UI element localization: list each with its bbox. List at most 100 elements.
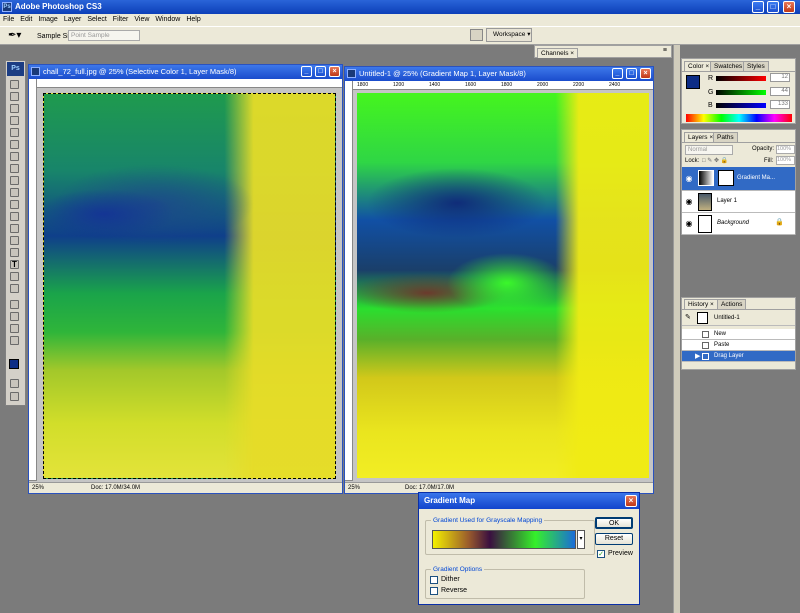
doc-minimize-icon[interactable]: _ bbox=[301, 66, 312, 77]
dodge-tool-icon[interactable] bbox=[10, 236, 19, 245]
opacity-input[interactable]: 100% bbox=[776, 145, 795, 154]
channel-r-input[interactable]: 12 bbox=[770, 73, 790, 82]
blur-tool-icon[interactable] bbox=[10, 224, 19, 233]
fill-input[interactable]: 100% bbox=[776, 156, 795, 165]
reverse-checkbox[interactable] bbox=[430, 587, 438, 595]
menu-file[interactable]: File bbox=[0, 14, 17, 26]
doc-close-icon[interactable]: × bbox=[329, 66, 340, 77]
layer-row-background[interactable]: ◉ Background 🔒 bbox=[682, 213, 795, 235]
canvas-2[interactable] bbox=[357, 93, 649, 478]
eraser-tool-icon[interactable] bbox=[10, 200, 19, 209]
pen-tool-icon[interactable] bbox=[10, 248, 19, 257]
close-icon[interactable]: × bbox=[783, 1, 795, 13]
foreground-color-swatch[interactable] bbox=[9, 359, 19, 369]
document-window-2[interactable]: Untitled-1 @ 25% (Gradient Map 1, Layer … bbox=[344, 66, 654, 494]
dock-divider[interactable] bbox=[673, 45, 680, 613]
slice-tool-icon[interactable] bbox=[10, 140, 19, 149]
document-window-1[interactable]: chall_72_full.jpg @ 25% (Selective Color… bbox=[28, 64, 343, 494]
maximize-icon[interactable]: □ bbox=[767, 1, 779, 13]
dialog-title-bar[interactable]: Gradient Map × bbox=[419, 493, 639, 509]
history-item-new[interactable]: New bbox=[682, 329, 795, 340]
adjustment-layer-thumbnail bbox=[698, 170, 714, 186]
eyedropper-tool-icon[interactable]: ✒▾ bbox=[8, 30, 21, 41]
layer-row-layer-1[interactable]: ◉ Layer 1 bbox=[682, 191, 795, 213]
reset-button[interactable]: Reset bbox=[595, 533, 633, 545]
dialog-close-icon[interactable]: × bbox=[625, 495, 637, 507]
dither-label: Dither bbox=[441, 576, 460, 583]
hand-tool-icon[interactable] bbox=[10, 324, 19, 333]
brush-tool-icon[interactable] bbox=[10, 164, 19, 173]
history-brush-icon[interactable]: ✎ bbox=[685, 313, 691, 321]
lasso-tool-icon[interactable] bbox=[10, 104, 19, 113]
history-brush-tool-icon[interactable] bbox=[10, 188, 19, 197]
palette-well-icon[interactable] bbox=[470, 29, 483, 41]
menu-image[interactable]: Image bbox=[35, 14, 60, 26]
color-panel: Color × Swatches Styles R 12 G 44 B 133 bbox=[681, 58, 796, 124]
doc-minimize-icon[interactable]: _ bbox=[612, 68, 623, 79]
menu-edit[interactable]: Edit bbox=[17, 14, 35, 26]
layer-row-gradient-map[interactable]: ◉ Gradient Ma... bbox=[682, 167, 795, 191]
menu-select[interactable]: Select bbox=[84, 14, 109, 26]
panel-menu-icon[interactable]: ≡ bbox=[663, 47, 667, 54]
tab-actions[interactable]: Actions bbox=[717, 299, 747, 309]
blend-mode-select[interactable]: Normal bbox=[685, 145, 733, 155]
doc-maximize-icon[interactable]: □ bbox=[626, 68, 637, 79]
eye-icon[interactable]: ◉ bbox=[684, 197, 694, 207]
document-1-title-bar[interactable]: chall_72_full.jpg @ 25% (Selective Color… bbox=[29, 65, 342, 79]
channel-b-slider[interactable] bbox=[716, 103, 766, 108]
tab-channels[interactable]: Channels × bbox=[537, 48, 579, 58]
menu-view[interactable]: View bbox=[131, 14, 152, 26]
workspace-button[interactable]: Workspace ▾ bbox=[486, 28, 532, 42]
doc-close-icon[interactable]: × bbox=[640, 68, 651, 79]
type-tool-icon[interactable]: T bbox=[10, 260, 19, 269]
tab-paths[interactable]: Paths bbox=[713, 132, 738, 142]
marquee-tool-icon[interactable] bbox=[10, 92, 19, 101]
history-snapshot[interactable]: ✎ Untitled-1 bbox=[682, 310, 795, 326]
move-tool-icon[interactable] bbox=[10, 80, 19, 89]
canvas-1[interactable] bbox=[43, 93, 336, 479]
history-item-paste[interactable]: Paste bbox=[682, 340, 795, 351]
gradient-dropdown-icon[interactable]: ▾ bbox=[577, 530, 585, 549]
tab-color[interactable]: Color × bbox=[684, 61, 714, 71]
document-2-title-bar[interactable]: Untitled-1 @ 25% (Gradient Map 1, Layer … bbox=[345, 67, 653, 81]
crop-tool-icon[interactable] bbox=[10, 128, 19, 137]
channel-b-input[interactable]: 133 bbox=[770, 100, 790, 109]
menu-layer[interactable]: Layer bbox=[61, 14, 85, 26]
quick-mask-icon[interactable] bbox=[10, 379, 19, 388]
tab-swatches[interactable]: Swatches bbox=[710, 61, 747, 71]
eye-icon[interactable]: ◉ bbox=[684, 219, 694, 229]
dither-checkbox[interactable] bbox=[430, 576, 438, 584]
notes-tool-icon[interactable] bbox=[10, 300, 19, 309]
vertical-ruler bbox=[29, 79, 37, 481]
magic-wand-tool-icon[interactable] bbox=[10, 116, 19, 125]
sample-size-select[interactable]: Point Sample bbox=[68, 30, 140, 41]
channel-r-slider[interactable] bbox=[716, 76, 766, 81]
clone-stamp-tool-icon[interactable] bbox=[10, 176, 19, 185]
preview-checkbox[interactable]: ✓ bbox=[597, 550, 605, 558]
channel-g-slider[interactable] bbox=[716, 90, 766, 95]
menu-help[interactable]: Help bbox=[183, 14, 203, 26]
tab-styles[interactable]: Styles bbox=[743, 61, 769, 71]
shape-tool-icon[interactable] bbox=[10, 284, 19, 293]
menu-filter[interactable]: Filter bbox=[110, 14, 132, 26]
color-ramp[interactable] bbox=[686, 114, 792, 122]
lock-icons[interactable]: □ ✎ ✥ 🔒 bbox=[702, 157, 728, 164]
foreground-color-box[interactable] bbox=[686, 75, 700, 89]
tab-history[interactable]: History × bbox=[684, 299, 718, 309]
channel-g-input[interactable]: 44 bbox=[770, 87, 790, 96]
eye-icon[interactable]: ◉ bbox=[684, 174, 694, 184]
ok-button[interactable]: OK bbox=[595, 517, 633, 529]
gradient-tool-icon[interactable] bbox=[10, 212, 19, 221]
screen-mode-icon[interactable] bbox=[10, 392, 19, 401]
eyedropper-tool-box-icon[interactable] bbox=[10, 312, 19, 321]
history-item-drag-layer[interactable]: ▶ Drag Layer bbox=[682, 351, 795, 362]
doc-maximize-icon[interactable]: □ bbox=[315, 66, 326, 77]
gradient-preview[interactable] bbox=[432, 530, 576, 549]
healing-brush-tool-icon[interactable] bbox=[10, 152, 19, 161]
path-selection-tool-icon[interactable] bbox=[10, 272, 19, 281]
horizontal-ruler bbox=[37, 79, 342, 88]
zoom-tool-icon[interactable] bbox=[10, 336, 19, 345]
tab-history-label: History bbox=[688, 301, 709, 308]
minimize-icon[interactable]: _ bbox=[752, 1, 764, 13]
menu-window[interactable]: Window bbox=[152, 14, 183, 26]
